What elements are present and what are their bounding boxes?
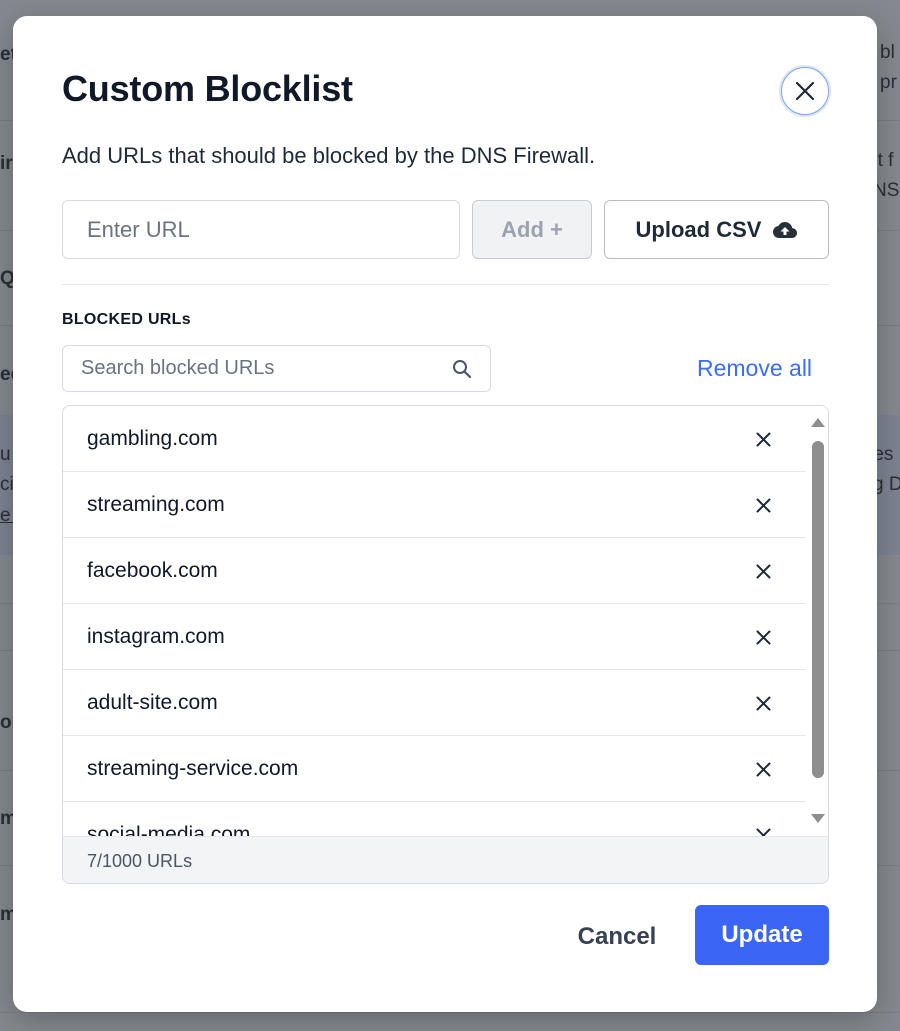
url-count: 7/1000 URLs bbox=[63, 836, 828, 883]
remove-url-button[interactable] bbox=[752, 428, 774, 450]
scroll-down-arrow-icon[interactable] bbox=[810, 813, 826, 825]
list-item: instagram.com bbox=[63, 604, 806, 670]
blocked-url-text: social-media.com bbox=[87, 822, 251, 837]
bg-divider bbox=[0, 1012, 900, 1013]
url-input[interactable] bbox=[62, 200, 460, 259]
cloud-upload-icon bbox=[773, 221, 798, 238]
search-blocked-urls-input[interactable] bbox=[63, 346, 433, 391]
add-button[interactable]: Add + bbox=[472, 200, 592, 259]
search-box bbox=[62, 345, 491, 392]
upload-csv-button[interactable]: Upload CSV bbox=[604, 200, 829, 259]
close-icon bbox=[795, 81, 815, 101]
custom-blocklist-modal: Custom Blocklist Add URLs that should be… bbox=[13, 16, 877, 1012]
list-item: streaming-service.com bbox=[63, 736, 806, 802]
blocked-url-text: streaming-service.com bbox=[87, 756, 299, 780]
remove-all-link[interactable]: Remove all bbox=[697, 355, 812, 382]
close-button[interactable] bbox=[781, 67, 829, 115]
scrollbar-thumb[interactable] bbox=[812, 441, 824, 778]
bg-text: u bbox=[0, 444, 11, 465]
blocked-urls-scroll-area: gambling.com streaming.com facebook.com ins… bbox=[63, 406, 806, 836]
cancel-button[interactable]: Cancel bbox=[557, 907, 677, 966]
close-icon bbox=[756, 630, 770, 644]
add-button-label: Add + bbox=[501, 216, 563, 242]
blocked-urls-list: gambling.com streaming.com facebook.com ins… bbox=[62, 405, 829, 884]
remove-url-button[interactable] bbox=[752, 824, 774, 836]
blocked-url-text: gambling.com bbox=[87, 426, 218, 450]
remove-url-button[interactable] bbox=[752, 494, 774, 516]
update-button[interactable]: Update bbox=[695, 905, 829, 965]
bg-text: pr bbox=[880, 72, 897, 93]
cancel-button-label: Cancel bbox=[577, 922, 657, 950]
list-item: adult-site.com bbox=[63, 670, 806, 736]
close-icon bbox=[756, 498, 770, 512]
blocked-urls-label: BLOCKED URLs bbox=[62, 311, 191, 328]
close-icon bbox=[756, 828, 770, 836]
remove-url-button[interactable] bbox=[752, 758, 774, 780]
section-divider bbox=[62, 284, 829, 285]
modal-title: Custom Blocklist bbox=[62, 68, 353, 109]
remove-url-button[interactable] bbox=[752, 692, 774, 714]
bg-text: g D bbox=[873, 474, 900, 495]
list-item: streaming.com bbox=[63, 472, 806, 538]
scroll-up-arrow-icon[interactable] bbox=[810, 416, 826, 428]
list-item: facebook.com bbox=[63, 538, 806, 604]
list-item: social-media.com bbox=[63, 802, 806, 836]
bg-text: ir bbox=[0, 153, 13, 174]
close-icon bbox=[756, 696, 770, 710]
modal-subtitle: Add URLs that should be blocked by the D… bbox=[62, 143, 596, 168]
remove-url-button[interactable] bbox=[752, 626, 774, 648]
bg-text: bl bbox=[880, 42, 895, 63]
update-button-label: Update bbox=[721, 921, 803, 948]
blocked-url-text: instagram.com bbox=[87, 624, 225, 648]
close-icon bbox=[756, 762, 770, 776]
blocked-url-text: facebook.com bbox=[87, 558, 218, 582]
blocked-url-text: adult-site.com bbox=[87, 690, 218, 714]
list-scrollbar[interactable] bbox=[806, 406, 828, 836]
upload-csv-label: Upload CSV bbox=[635, 216, 762, 242]
search-icon bbox=[453, 360, 472, 379]
blocked-url-text: streaming.com bbox=[87, 492, 225, 516]
remove-url-button[interactable] bbox=[752, 560, 774, 582]
close-icon bbox=[756, 564, 770, 578]
list-item: gambling.com bbox=[63, 406, 806, 472]
close-icon bbox=[756, 432, 770, 446]
